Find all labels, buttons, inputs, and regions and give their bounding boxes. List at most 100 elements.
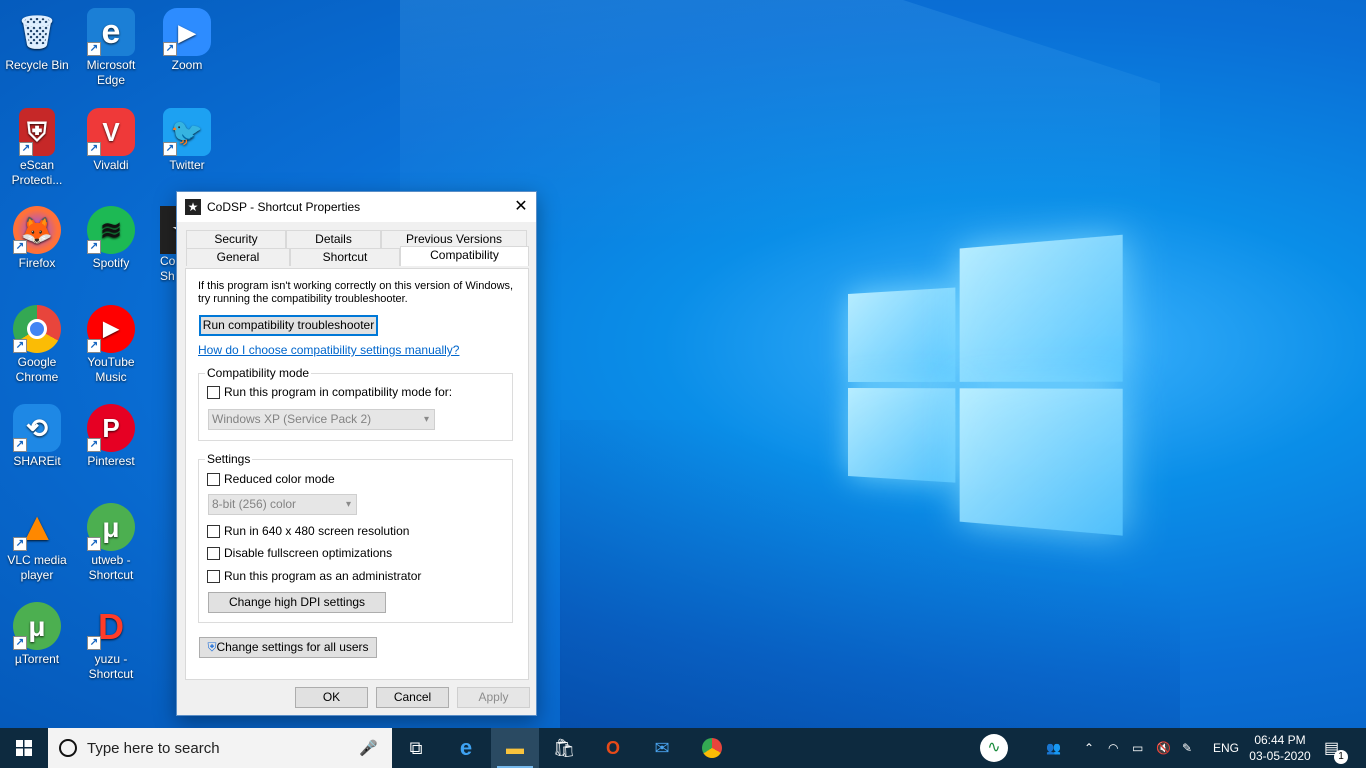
chrome-icon: ↗ (13, 305, 61, 353)
desktop-icon-label: Spotify (92, 256, 130, 270)
desktop-icon-label: Zoom (171, 58, 203, 72)
file-explorer-icon[interactable]: ▬ (491, 728, 539, 768)
checkbox-label: Run in 640 x 480 screen resolution (224, 524, 410, 538)
show-hidden-icons-chevron-icon[interactable]: ⌃ (1084, 728, 1094, 768)
change-all-users-button[interactable]: ⛨Change settings for all users (199, 637, 377, 658)
shortcut-properties-dialog: ★ CoDSP - Shortcut Properties ✕ Security… (176, 191, 537, 716)
desktop-icon-label: SHAREit (13, 454, 61, 468)
desktop-icon-zoom[interactable]: ▶ ↗ Zoom (150, 8, 224, 73)
shareit-icon: ⟲ ↗ (13, 404, 61, 452)
tab-shortcut[interactable]: Shortcut (290, 248, 400, 266)
desktop-icon-chrome[interactable]: ↗ Google Chrome (0, 305, 74, 385)
desktop-icon-vlc[interactable]: ▲ ↗ VLC media player (0, 503, 74, 583)
microphone-icon[interactable]: 🎤 (359, 739, 378, 757)
tab-security[interactable]: Security (186, 230, 286, 248)
desktop-icon-spotify[interactable]: ≋ ↗ Spotify (74, 206, 148, 271)
ok-button[interactable]: OK (295, 687, 368, 708)
language-indicator[interactable]: ENG (1213, 728, 1239, 768)
desktop-icon-label: Recycle Bin (5, 58, 69, 72)
desktop-icon-shareit[interactable]: ⟲ ↗ SHAREit (0, 404, 74, 469)
battery-icon[interactable]: ▭ (1132, 728, 1143, 768)
edge-icon: e ↗ (87, 8, 135, 56)
apply-button[interactable]: Apply (457, 687, 530, 708)
cancel-button[interactable]: Cancel (376, 687, 449, 708)
compatibility-panel: If this program isn't working correctly … (185, 268, 529, 680)
people-icon[interactable]: 👥 (1046, 728, 1061, 768)
shortcut-arrow-icon: ↗ (87, 339, 101, 353)
tab-details[interactable]: Details (286, 230, 381, 248)
close-icon[interactable]: ✕ (506, 192, 536, 222)
desktop-icon-label: YouTube Music (87, 355, 135, 384)
checkbox-box[interactable] (207, 472, 220, 486)
desktop-icon-youtube-music[interactable]: ▶ ↗ YouTube Music (74, 305, 148, 385)
checkbox-box[interactable] (207, 569, 220, 583)
recycle-bin-icon: 🗑 (16, 13, 58, 50)
intro-line-2: try running the compatibility troublesho… (198, 293, 408, 305)
desktop-icon-escan[interactable]: ⛨ ↗ eScan Protecti... (0, 108, 74, 188)
twitter-icon: 🐦 ↗ (163, 108, 211, 156)
checkbox-label: Reduced color mode (224, 472, 335, 486)
chevron-down-icon: ▾ (345, 499, 351, 510)
run-troubleshooter-button[interactable]: Run compatibility troubleshooter (199, 315, 378, 336)
compatibility-mode-legend: Compatibility mode (205, 366, 312, 380)
tab-compatibility[interactable]: Compatibility (400, 246, 529, 266)
desktop-icon-label: µTorrent (14, 652, 60, 666)
compatibility-help-link[interactable]: How do I choose compatibility settings m… (198, 343, 459, 357)
escan-shield-icon: ⛨ ↗ (19, 108, 55, 156)
shortcut-arrow-icon: ↗ (87, 537, 101, 551)
vlc-cone-icon: ▲ ↗ (13, 503, 61, 551)
chevron-down-icon: ▾ (423, 414, 429, 425)
shortcut-arrow-icon: ↗ (13, 240, 27, 254)
microsoft-store-icon[interactable]: 🛍 (540, 728, 588, 768)
checkbox-box[interactable] (207, 546, 220, 560)
start-button[interactable] (0, 728, 48, 768)
desktop-icon-firefox[interactable]: 🦊 ↗ Firefox (0, 206, 74, 271)
office-icon[interactable]: O (589, 728, 637, 768)
checkbox-box[interactable] (207, 385, 220, 399)
edge-taskbar-icon[interactable]: e (442, 728, 490, 768)
taskbar-search-box[interactable]: Type here to search 🎤 (48, 728, 392, 768)
vivaldi-icon: V ↗ (87, 108, 135, 156)
search-placeholder: Type here to search (87, 739, 220, 757)
change-dpi-button[interactable]: Change high DPI settings (208, 592, 386, 613)
desktop-icon-label: Twitter (169, 158, 205, 172)
desktop-icon-vivaldi[interactable]: V ↗ Vivaldi (74, 108, 148, 173)
mail-icon[interactable]: ✉ (638, 728, 686, 768)
activity-monitor-icon[interactable]: ∿ (970, 728, 1018, 768)
windows-logo-wallpaper (848, 234, 1123, 536)
firefox-icon: 🦊 ↗ (13, 206, 61, 254)
desktop-icon-utorrent[interactable]: μ ↗ µTorrent (0, 602, 74, 667)
wifi-icon[interactable]: ◠ (1108, 728, 1118, 768)
shortcut-arrow-icon: ↗ (87, 142, 101, 156)
desktop-icon-recycle-bin[interactable]: 🗑 Recycle Bin (0, 8, 74, 73)
zoom-icon: ▶ ↗ (163, 8, 211, 56)
desktop-icon-label: Pinterest (87, 454, 135, 468)
youtube-music-icon: ▶ ↗ (87, 305, 135, 353)
tab-general[interactable]: General (186, 248, 290, 266)
checkbox-box[interactable] (207, 524, 220, 538)
shortcut-arrow-icon: ↗ (163, 42, 177, 56)
shortcut-arrow-icon: ↗ (13, 438, 27, 452)
intro-line-1: If this program isn't working correctly … (198, 280, 514, 292)
desktop-icon-twitter[interactable]: 🐦 ↗ Twitter (150, 108, 224, 173)
desktop-icon-edge[interactable]: e ↗ Microsoft Edge (74, 8, 148, 88)
desktop-icon-pinterest[interactable]: P ↗ Pinterest (74, 404, 148, 469)
compatibility-mode-checkbox[interactable]: Run this program in compatibility mode f… (207, 385, 452, 399)
run-as-admin-checkbox[interactable]: Run this program as an administrator (207, 569, 421, 583)
desktop-icon-yuzu[interactable]: D ↗ yuzu - Shortcut (74, 602, 148, 682)
color-depth-select: 8-bit (256) color ▾ (208, 494, 357, 515)
dialog-titlebar[interactable]: ★ CoDSP - Shortcut Properties ✕ (177, 192, 536, 222)
fullscreen-optimizations-checkbox[interactable]: Disable fullscreen optimizations (207, 546, 392, 560)
desktop-icon-label: Firefox (18, 256, 56, 270)
pen-workspace-icon[interactable]: ✎ (1182, 728, 1192, 768)
chrome-taskbar-icon[interactable] (688, 728, 736, 768)
taskbar-clock[interactable]: 06:44 PM 03-05-2020 (1244, 732, 1316, 764)
intro-text: If this program isn't working correctly … (198, 280, 513, 306)
reduced-color-checkbox[interactable]: Reduced color mode (207, 472, 335, 486)
desktop-icon-utweb[interactable]: μ ↗ utweb - Shortcut (74, 503, 148, 583)
volume-muted-icon[interactable]: 🔇 (1156, 728, 1171, 768)
desktop-icon-label: Vivaldi (93, 158, 129, 172)
resolution-checkbox[interactable]: Run in 640 x 480 screen resolution (207, 524, 409, 538)
shortcut-arrow-icon: ↗ (87, 42, 101, 56)
task-view-icon[interactable]: ⧉ (392, 728, 440, 768)
